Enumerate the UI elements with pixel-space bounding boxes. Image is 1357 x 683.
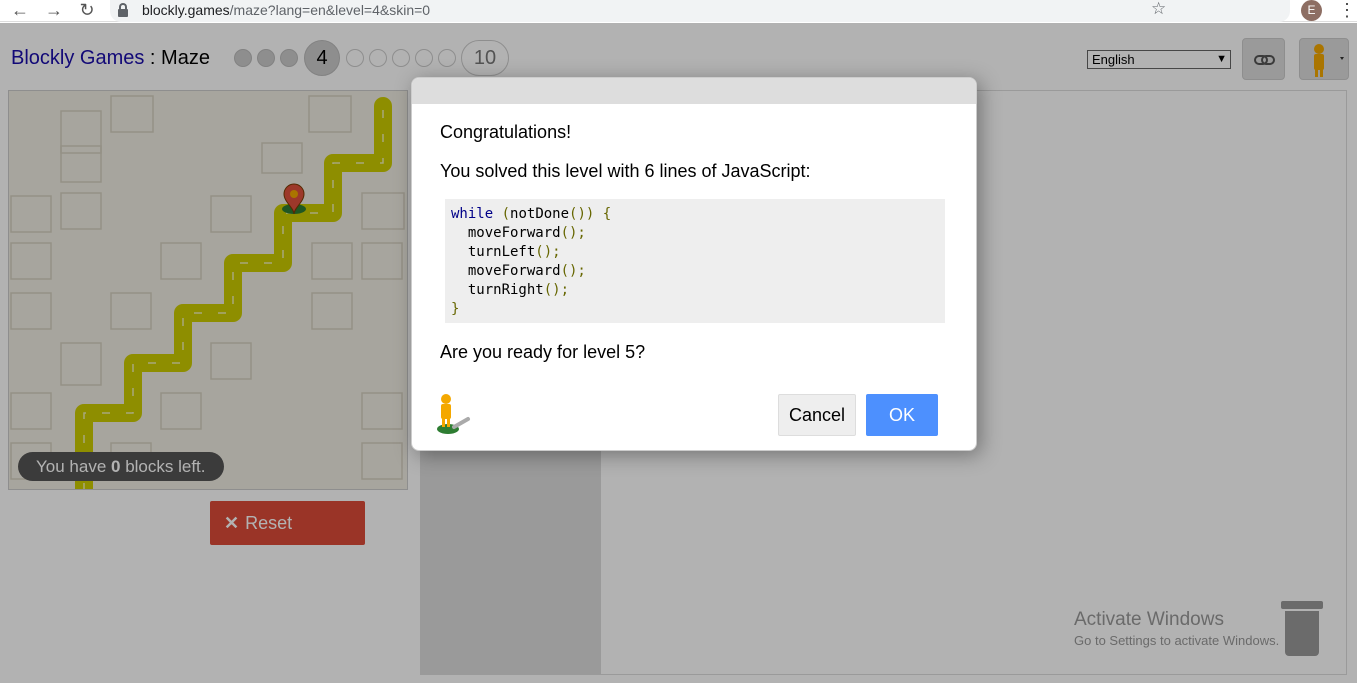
code-line: turnRight(); [451, 282, 570, 298]
code-line: turnLeft(); [451, 244, 561, 260]
lock-icon [118, 3, 128, 17]
browser-toolbar: ← → ↻ blockly.games/maze?lang=en&level=4… [0, 0, 1357, 22]
code-line: moveForward(); [451, 263, 586, 279]
cancel-button[interactable]: Cancel [778, 394, 856, 436]
address-bar[interactable]: blockly.games/maze?lang=en&level=4&skin=… [110, 0, 1290, 22]
code-line: moveForward(); [451, 225, 586, 241]
menu-kebab-icon[interactable]: ⋮ [1338, 0, 1356, 21]
url-text: blockly.games/maze?lang=en&level=4&skin=… [142, 2, 431, 18]
dialog-ready-text: Are you ready for level 5? [440, 342, 646, 362]
code-block: while (notDone()) { moveForward(); turnL… [445, 199, 945, 323]
code-line: } [451, 301, 460, 317]
dialog-solved-text: You solved this level with 6 lines of Ja… [440, 161, 811, 181]
bookmark-star-icon[interactable]: ☆ [1151, 0, 1166, 19]
code-line: while (notDone()) { [451, 206, 612, 222]
reload-icon[interactable]: ↻ [76, 0, 98, 22]
ok-button[interactable]: OK [866, 394, 938, 436]
back-arrow-icon[interactable]: ← [9, 0, 31, 22]
profile-avatar[interactable]: E [1301, 0, 1322, 21]
dialog-header [412, 78, 976, 104]
level-complete-dialog: Congratulations! You solved this level w… [411, 77, 977, 451]
forward-arrow-icon[interactable]: → [43, 0, 65, 22]
pegman-icon [432, 391, 472, 435]
dialog-congrats-text: Congratulations! [440, 122, 572, 142]
